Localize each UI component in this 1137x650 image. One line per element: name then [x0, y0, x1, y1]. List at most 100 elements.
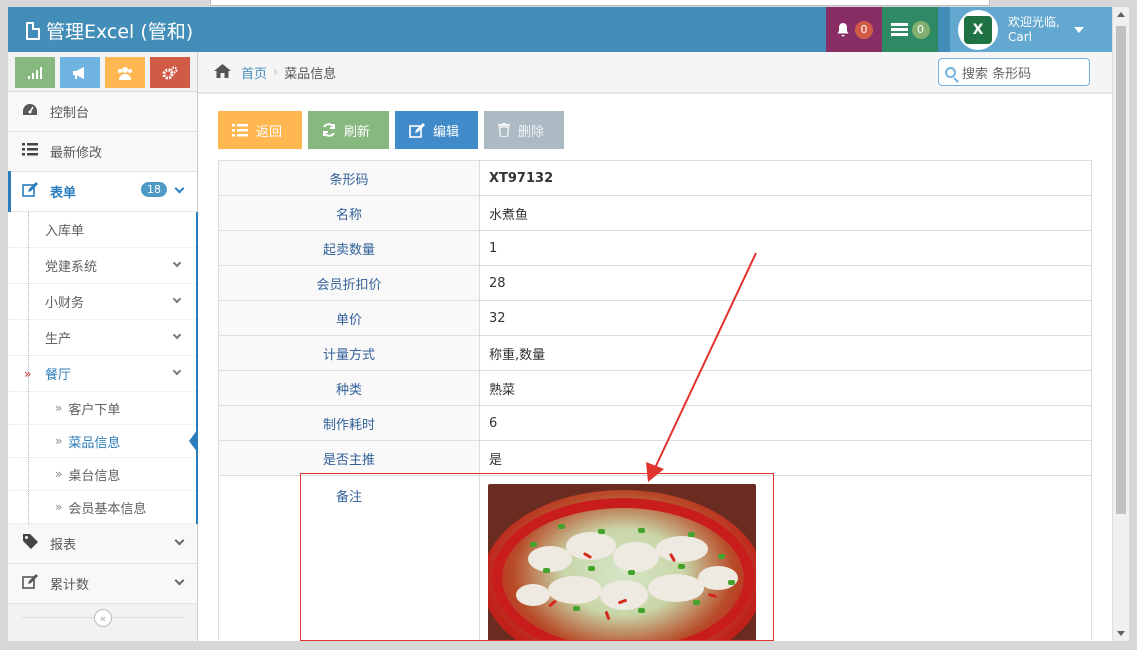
edit-icon — [409, 122, 425, 138]
sidebar-item-member-info[interactable]: » 会员基本信息 — [8, 491, 196, 524]
sidebar-item-label: 客户下单 — [68, 402, 121, 418]
sidebar-collapse-button[interactable]: « — [94, 609, 112, 627]
scroll-up-icon[interactable] — [1117, 12, 1125, 17]
chevron-down-icon — [172, 294, 182, 304]
user-greeting: 欢迎光临, — [1008, 14, 1060, 29]
refresh-icon — [323, 123, 335, 137]
shortcut-cogs-button[interactable] — [150, 57, 190, 88]
sidebar-item-counter[interactable]: 累计数 — [8, 564, 197, 604]
window-bottom-border — [0, 641, 1137, 650]
sidebar-item-finance[interactable]: 小财务 — [8, 284, 196, 320]
table-row: 起卖数量 1 — [218, 230, 1092, 266]
edit-label: 编辑 — [433, 123, 460, 139]
sidebar-item-label: 桌台信息 — [68, 468, 121, 484]
field-label: 种类 — [218, 370, 480, 406]
window-right-border — [1129, 0, 1137, 650]
sidebar-item-forms[interactable]: 表单 18 — [8, 171, 197, 212]
tag-icon — [20, 534, 40, 553]
edit-icon — [20, 182, 40, 201]
scrollbar-thumb[interactable] — [1116, 26, 1126, 514]
back-button[interactable]: 返回 — [218, 111, 302, 149]
notifications-badge: 0 — [855, 20, 873, 39]
field-value: XT97132 — [479, 160, 1092, 196]
file-icon — [26, 21, 40, 40]
table-row: 单价 32 — [218, 300, 1092, 336]
sidebar-item-dish-info[interactable]: » 菜品信息 — [8, 425, 198, 458]
sidebar-item-stock-in[interactable]: 入库单 — [8, 212, 196, 248]
edit-button[interactable]: 编辑 — [395, 111, 478, 149]
delete-label: 删除 — [518, 123, 545, 139]
user-menu[interactable]: X 欢迎光临, Carl — [950, 7, 1112, 52]
field-value: 1 — [479, 230, 1092, 266]
home-icon[interactable] — [214, 63, 231, 82]
table-row: 计量方式 称重,数量 — [218, 335, 1092, 371]
sidebar-item-dashboard[interactable]: 控制台 — [8, 92, 197, 132]
shortcut-signal-button[interactable] — [15, 57, 55, 88]
window-top-border — [0, 0, 1137, 7]
chevron-down-icon — [172, 330, 182, 340]
sidebar-item-customer-order[interactable]: » 客户下单 — [8, 392, 196, 425]
field-value: 32 — [479, 300, 1092, 336]
field-value: 称重,数量 — [479, 335, 1092, 371]
chevron-down-icon — [174, 575, 185, 586]
shortcut-users-button[interactable] — [105, 57, 145, 88]
forms-submenu: 入库单 党建系统 小财务 生产 » 餐厅 » 客户下单 » 菜品信息 » 桌台信息 » 会… — [8, 212, 198, 524]
breadcrumb-home-link[interactable]: 首页 — [241, 63, 267, 82]
chevron-down-icon — [172, 258, 182, 268]
table-row: 种类 熟菜 — [218, 370, 1092, 406]
forms-count-badge: 18 — [141, 182, 167, 197]
sidebar-item-party[interactable]: 党建系统 — [8, 248, 196, 284]
tasks-button[interactable]: 0 — [882, 7, 938, 52]
field-label: 单价 — [218, 300, 480, 336]
annotation-highlight-box — [300, 473, 774, 641]
sidebar-item-label: 入库单 — [45, 224, 85, 239]
sidebar-item-label: 累计数 — [50, 578, 90, 593]
shortcut-bullhorn-button[interactable] — [60, 57, 100, 88]
sidebar-item-reports[interactable]: 报表 — [8, 524, 197, 564]
app-brand[interactable]: 管理Excel (管和) — [26, 17, 193, 44]
back-label: 返回 — [256, 123, 283, 139]
sidebar-item-label: 餐厅 — [45, 368, 72, 383]
sidebar-item-label: 菜品信息 — [68, 435, 121, 451]
sidebar-item-label: 会员基本信息 — [68, 501, 147, 517]
sidebar-shortcuts — [8, 52, 197, 92]
double-angle-right-icon: » — [55, 434, 63, 448]
tasks-icon — [890, 22, 908, 36]
users-icon — [118, 66, 132, 80]
refresh-button[interactable]: 刷新 — [308, 111, 389, 149]
field-value: 水煮鱼 — [479, 195, 1092, 231]
table-row: 名称 水煮鱼 — [218, 195, 1092, 231]
edit-icon — [20, 574, 40, 593]
breadcrumb: 首页 › 菜品信息 搜索 条形码 — [198, 52, 1112, 93]
search-icon — [945, 66, 956, 78]
avatar: X — [958, 9, 998, 50]
sidebar-item-label: 控制台 — [50, 106, 90, 121]
page-scrollbar[interactable] — [1112, 7, 1129, 641]
search-input[interactable]: 搜索 条形码 — [938, 58, 1090, 86]
field-value: 熟菜 — [479, 370, 1092, 406]
breadcrumb-separator: › — [273, 64, 279, 80]
search-placeholder: 搜索 条形码 — [962, 66, 1032, 82]
notifications-button[interactable]: 0 — [826, 7, 882, 52]
sidebar-item-label: 最新修改 — [50, 146, 103, 161]
field-label: 会员折扣价 — [218, 265, 480, 301]
bell-icon — [837, 22, 849, 36]
signal-icon — [28, 66, 42, 79]
sidebar: 控制台 最新修改 表单 18 入库单 党建系统 小财务 生产 » 餐厅 » 客户下单… — [8, 52, 198, 641]
sidebar-item-recent[interactable]: 最新修改 — [8, 132, 197, 172]
field-value: 是 — [479, 440, 1092, 476]
field-value: 28 — [479, 265, 1092, 301]
chevron-down-icon — [174, 535, 185, 546]
delete-button[interactable]: 删除 — [484, 111, 564, 149]
sidebar-item-table-info[interactable]: » 桌台信息 — [8, 458, 196, 491]
double-angle-right-icon: » — [55, 500, 63, 514]
double-angle-right-icon: » — [55, 401, 63, 415]
sidebar-item-label: 党建系统 — [45, 260, 98, 275]
field-value: 6 — [479, 405, 1092, 441]
tachometer-icon — [20, 103, 40, 121]
bullhorn-icon — [73, 66, 84, 79]
sidebar-item-restaurant[interactable]: » 餐厅 — [8, 356, 196, 392]
sidebar-item-production[interactable]: 生产 — [8, 320, 196, 356]
double-angle-left-icon: « — [99, 611, 107, 625]
scroll-down-icon[interactable] — [1117, 631, 1125, 636]
